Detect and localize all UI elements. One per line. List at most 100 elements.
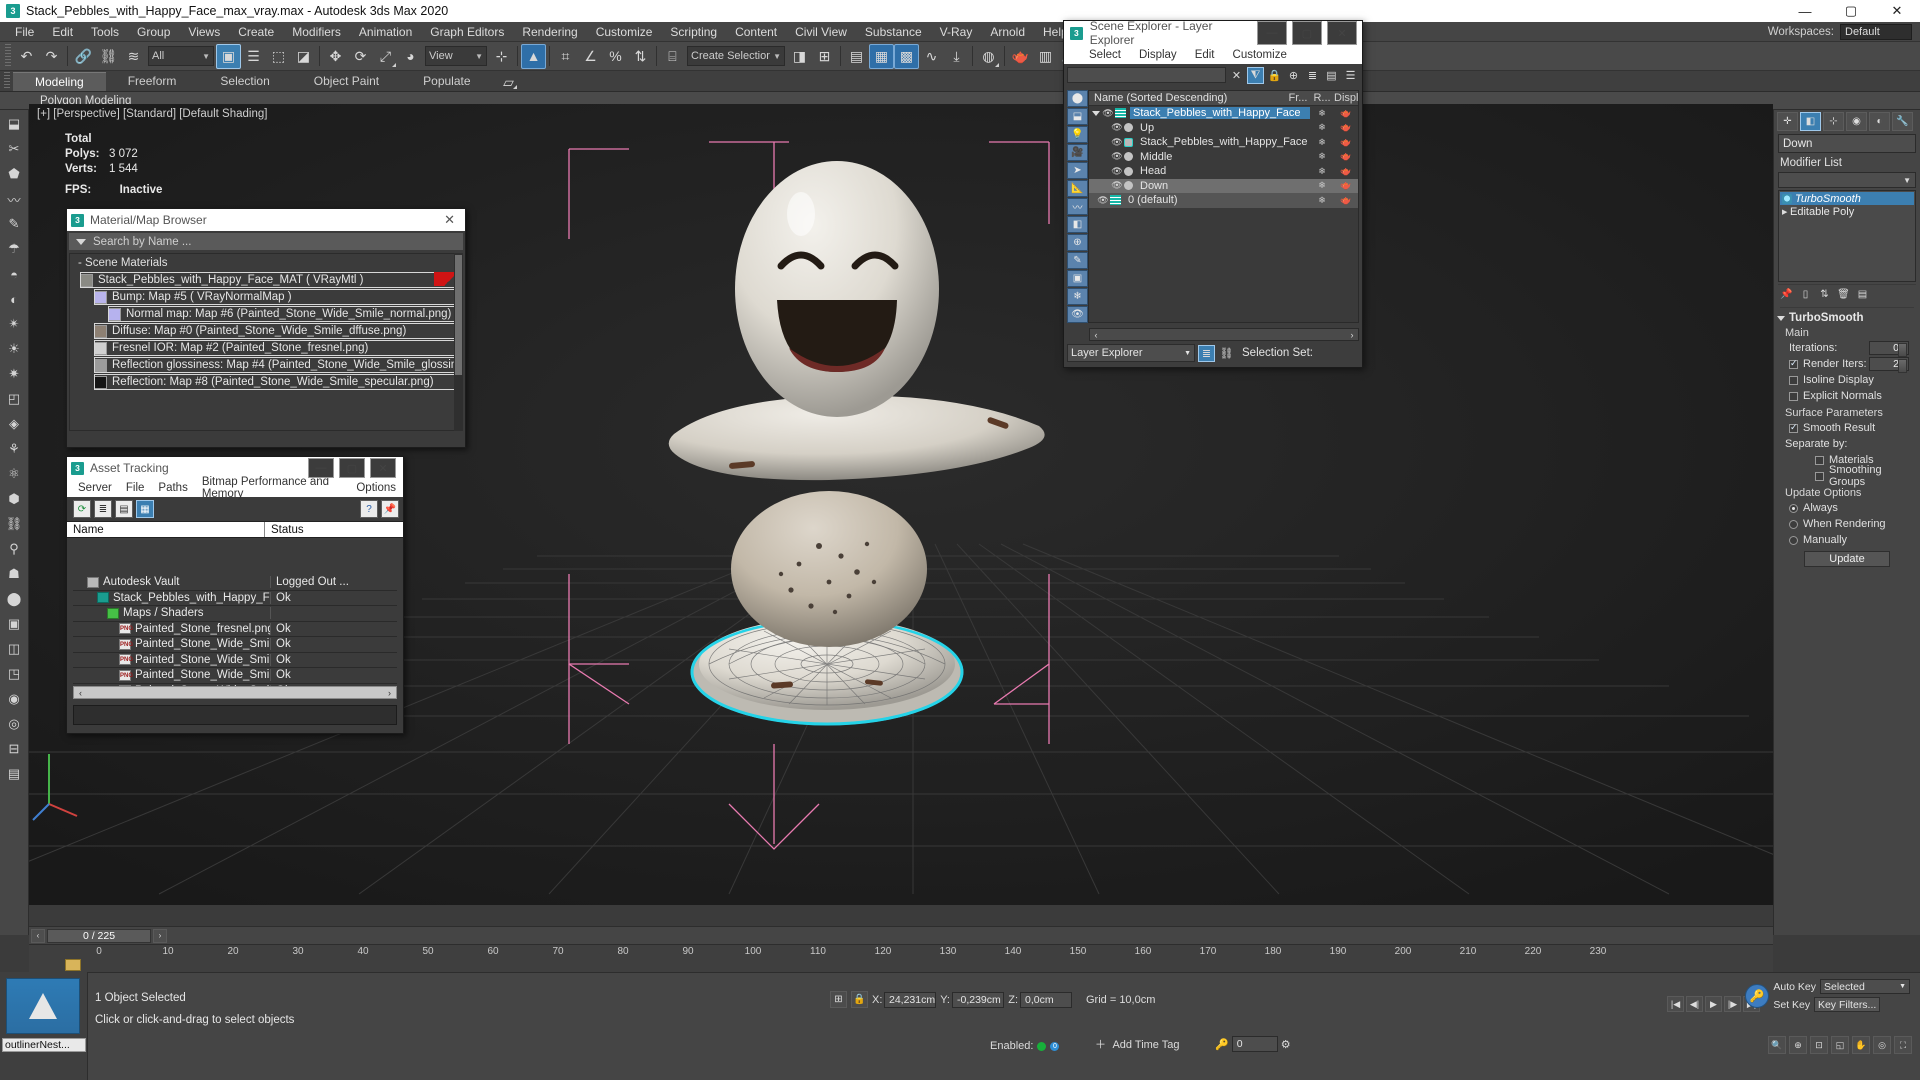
outliner-name-field[interactable]: outlinerNest...	[2, 1038, 86, 1052]
dynamics-icon[interactable]: ⬢	[2, 487, 27, 511]
column-name[interactable]: Name (Sorted Descending)	[1089, 92, 1286, 104]
cloth-icon[interactable]: ⬓	[2, 112, 27, 136]
column-ren[interactable]: R...	[1310, 92, 1334, 104]
workspace-combo[interactable]: Default	[1840, 23, 1912, 40]
helper-icon[interactable]: ◈	[2, 412, 27, 436]
schematic-view-icon[interactable]: ⤓	[944, 44, 969, 69]
filter-bones-icon[interactable]: ◧	[1067, 216, 1088, 233]
freeze-toggle[interactable]: ❄	[1310, 137, 1334, 148]
set-keys-button[interactable]: 🔑	[1745, 983, 1770, 1008]
render-toggle[interactable]: 🫖	[1334, 166, 1358, 177]
manage-layers-icon[interactable]: ▩	[894, 43, 919, 69]
align-icon[interactable]: ⊞	[812, 44, 837, 69]
select-and-scale-icon[interactable]: ⤢	[373, 44, 398, 69]
column-header-name[interactable]: Name	[67, 522, 265, 537]
pin-icon[interactable]: 📌	[381, 500, 399, 518]
se-menu-customize[interactable]: Customize	[1224, 49, 1296, 61]
iterations-spinner[interactable]: 0	[1869, 341, 1909, 357]
key-filters-button[interactable]: Key Filters...	[1814, 997, 1881, 1012]
se-menu-select[interactable]: Select	[1080, 49, 1130, 61]
help-icon[interactable]: ?	[360, 500, 378, 518]
window-crossing-icon[interactable]: ◪	[291, 44, 316, 69]
material-browser-scrollbar[interactable]	[454, 253, 463, 431]
redo-icon[interactable]: ↷	[39, 44, 64, 69]
arnold-icon[interactable]: ◎	[2, 712, 27, 736]
key-mode-icon[interactable]: 🔑	[1215, 1038, 1229, 1051]
absolute-mode-icon[interactable]: ⊞	[830, 991, 847, 1008]
remove-modifier-icon[interactable]: 🗑	[1835, 286, 1852, 303]
menu-scripting[interactable]: Scripting	[661, 22, 726, 42]
material-row[interactable]: Reflection glossiness: Map #4 (Painted_S…	[94, 357, 462, 373]
layer-options-icon[interactable]: ☰	[1342, 67, 1359, 84]
filter-lights-icon[interactable]: 💡	[1067, 126, 1088, 143]
explicit-normals-checkbox[interactable]	[1789, 391, 1798, 401]
coord-y[interactable]: Y: -0,239cm	[940, 991, 1004, 1008]
previous-frame-icon[interactable]: ◀|	[1686, 996, 1703, 1012]
filter-cameras-icon[interactable]: 🎥	[1067, 144, 1088, 161]
sunlight-icon[interactable]: ✷	[2, 362, 27, 386]
vray-icon[interactable]: ◉	[2, 687, 27, 711]
expand-arrow-icon[interactable]	[1092, 110, 1100, 116]
freeze-toggle[interactable]: ❄	[1310, 180, 1334, 191]
manually-radio[interactable]	[1789, 535, 1798, 545]
menu-modifiers[interactable]: Modifiers	[283, 22, 350, 42]
play-animation-icon[interactable]: ▶	[1705, 996, 1722, 1012]
zoom-icon[interactable]: 🔍	[1768, 1036, 1786, 1054]
menu-views[interactable]: Views	[179, 22, 229, 42]
freeze-toggle[interactable]: ❄	[1310, 151, 1334, 162]
toolbar-grip[interactable]	[5, 44, 11, 68]
list-item[interactable]: 👁 Middle ❄ 🫖	[1089, 150, 1358, 165]
key-filter-combo[interactable]: Selected ▼	[1820, 979, 1910, 994]
material-row[interactable]: Stack_Pebbles_with_Happy_Face_MAT ( VRay…	[80, 272, 462, 288]
paint-deform-icon[interactable]: ✎	[2, 212, 27, 236]
render-iters-checkbox[interactable]	[1789, 358, 1798, 369]
menu-arnold[interactable]: Arnold	[981, 22, 1034, 42]
menu-substance[interactable]: Substance	[856, 22, 931, 42]
list-item[interactable]: 👁 Stack_Pebbles_with_Happy_Face ❄ 🫖	[1089, 106, 1358, 121]
update-button[interactable]: Update	[1804, 551, 1890, 567]
zoom-extents-icon[interactable]: ⊡	[1810, 1036, 1828, 1054]
visibility-eye-icon[interactable]: 👁	[1097, 195, 1109, 206]
column-header-status[interactable]: Status	[265, 522, 403, 537]
tab-display[interactable]: ◐	[1869, 111, 1890, 131]
ribbon-tab-object-paint[interactable]: Object Paint	[292, 72, 401, 91]
maximize-viewport-icon[interactable]: ⛶	[1894, 1036, 1912, 1054]
viewport-label[interactable]: [+] [Perspective] [Standard] [Default Sh…	[37, 108, 267, 120]
ribbon-tab-populate[interactable]: Populate	[401, 72, 492, 91]
pin-stack-icon[interactable]: 📌	[1778, 286, 1795, 303]
render-toggle[interactable]: 🫖	[1334, 180, 1358, 191]
clear-search-icon[interactable]: ✕	[1228, 67, 1245, 84]
time-slider-handle[interactable]	[65, 959, 81, 971]
list-item[interactable]: 👁 Up ❄ 🫖	[1089, 121, 1358, 136]
material-browser-tree[interactable]: - Scene Materials Stack_Pebbles_with_Hap…	[69, 253, 463, 431]
menu-vray[interactable]: V-Ray	[931, 22, 982, 42]
scroll-right-icon[interactable]: ›	[1346, 330, 1358, 340]
add-time-tag[interactable]: ＋ Add Time Tag	[1095, 1036, 1180, 1052]
uvw-icon[interactable]: ◫	[2, 637, 27, 661]
scene-explorer-search-input[interactable]	[1067, 67, 1226, 83]
smooth-result-checkbox[interactable]	[1789, 422, 1798, 433]
material-row[interactable]: Bump: Map #5 ( VRayNormalMap )	[94, 289, 462, 305]
scroll-right-icon[interactable]: ›	[383, 688, 396, 698]
spinner-snap-toggle-icon[interactable]: ⇅	[628, 44, 653, 69]
material-browser-close-icon[interactable]: ✕	[438, 212, 461, 228]
ribbon-options-icon[interactable]: ▱	[499, 73, 519, 91]
skin-icon[interactable]: ☂	[2, 237, 27, 261]
bulb-icon[interactable]	[1782, 193, 1792, 204]
layer-stack-icon[interactable]: ≣	[1304, 67, 1321, 84]
track-bar[interactable]: ‹ 0 / 225 ›	[29, 926, 1773, 944]
asset-close-button[interactable]: ✕	[370, 458, 396, 478]
scrollbar-thumb[interactable]	[455, 255, 462, 375]
tab-utilities[interactable]: 🔧	[1892, 111, 1913, 131]
expand-arrow-icon[interactable]: ▶	[1782, 208, 1790, 216]
filter-helpers-icon[interactable]: ➤	[1067, 162, 1088, 179]
select-and-link-icon[interactable]: 🔗	[71, 44, 96, 69]
bones-icon[interactable]: ⚲	[2, 537, 27, 561]
menu-civil-view[interactable]: Civil View	[786, 22, 856, 42]
go-to-start-icon[interactable]: |◀	[1667, 996, 1684, 1012]
particle-icon[interactable]: ⚛	[2, 462, 27, 486]
modifier-list-combo[interactable]: ▼	[1778, 172, 1916, 188]
show-end-result-icon[interactable]: ▯	[1797, 286, 1814, 303]
tab-hierarchy[interactable]: ⊹	[1823, 111, 1844, 131]
filter-containers-icon[interactable]: ▣	[1067, 270, 1088, 287]
